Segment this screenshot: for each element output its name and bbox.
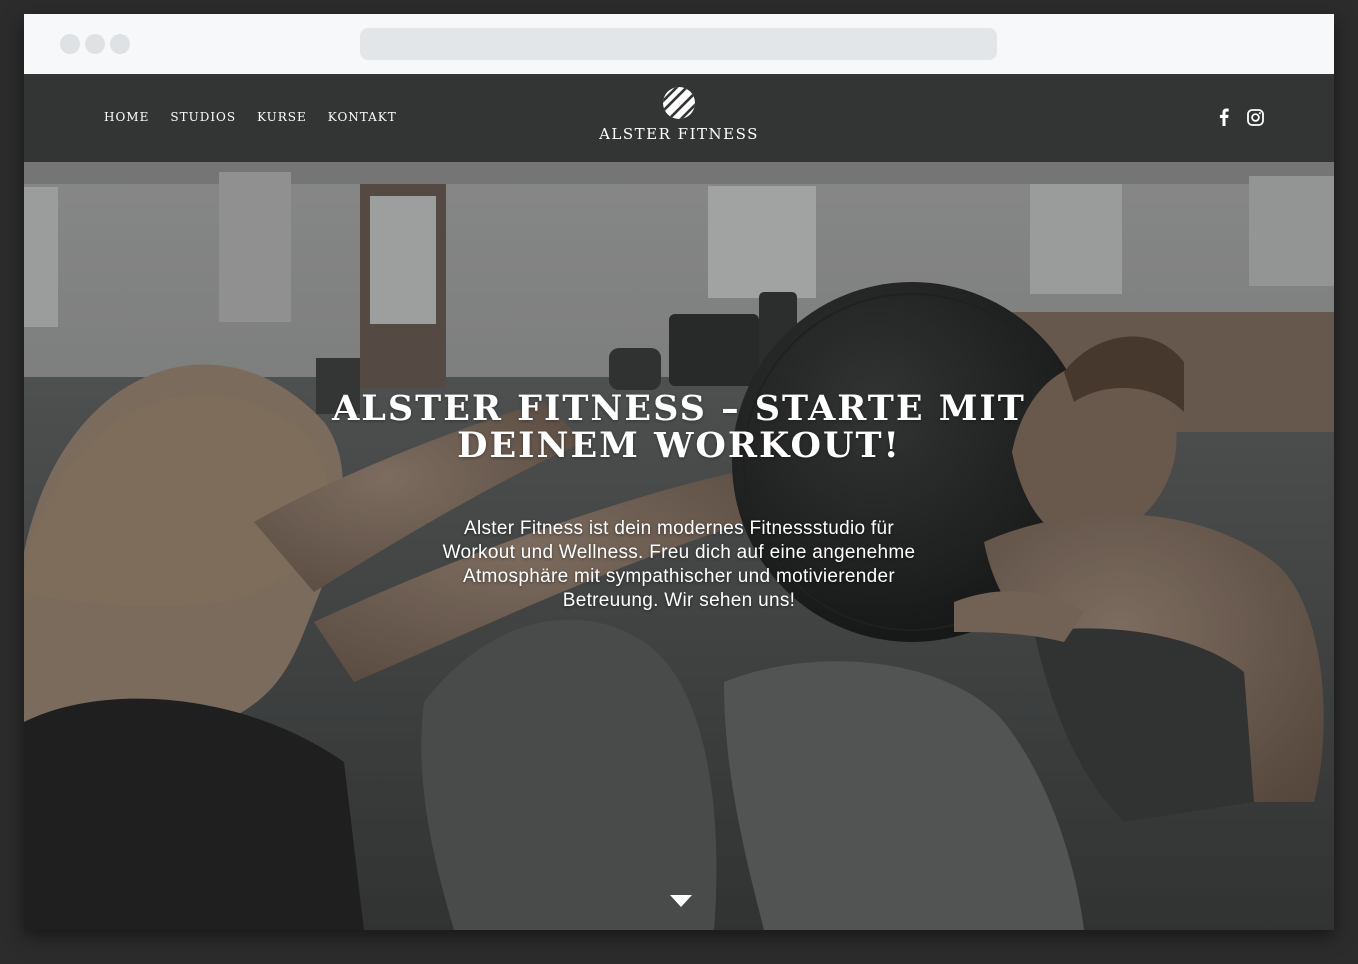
hero-headline: ALSTER FITNESS – STARTE MIT DEINEM WORKO… xyxy=(332,388,1026,466)
brand-name: ALSTER FITNESS xyxy=(599,125,759,143)
facebook-icon[interactable] xyxy=(1219,108,1229,131)
window-close-button[interactable] xyxy=(60,34,80,54)
site-header: HOME STUDIOS KURSE KONTAKT ALSTER FITNES… xyxy=(24,74,1334,162)
logo-ball-icon xyxy=(663,87,695,119)
browser-toolbar xyxy=(24,14,1334,74)
menu-item-home[interactable]: HOME xyxy=(104,110,149,124)
main-menu: HOME STUDIOS KURSE KONTAKT xyxy=(104,110,397,124)
hero-text: Alster Fitness ist dein modernes Fitness… xyxy=(442,518,916,611)
menu-item-kurse[interactable]: KURSE xyxy=(257,110,307,124)
social-links xyxy=(1219,108,1264,131)
scroll-down-arrow-icon[interactable] xyxy=(670,895,692,907)
site-logo[interactable]: ALSTER FITNESS xyxy=(544,86,814,143)
browser-window: HOME STUDIOS KURSE KONTAKT ALSTER FITNES… xyxy=(24,14,1334,930)
menu-item-studios[interactable]: STUDIOS xyxy=(170,110,236,124)
instagram-icon[interactable] xyxy=(1247,108,1264,131)
hero-section: ALSTER FITNESS – STARTE MIT DEINEM WORKO… xyxy=(24,162,1334,930)
menu-item-kontakt[interactable]: KONTAKT xyxy=(328,110,397,124)
window-minimize-button[interactable] xyxy=(85,34,105,54)
address-bar[interactable] xyxy=(360,28,997,60)
window-maximize-button[interactable] xyxy=(110,34,130,54)
